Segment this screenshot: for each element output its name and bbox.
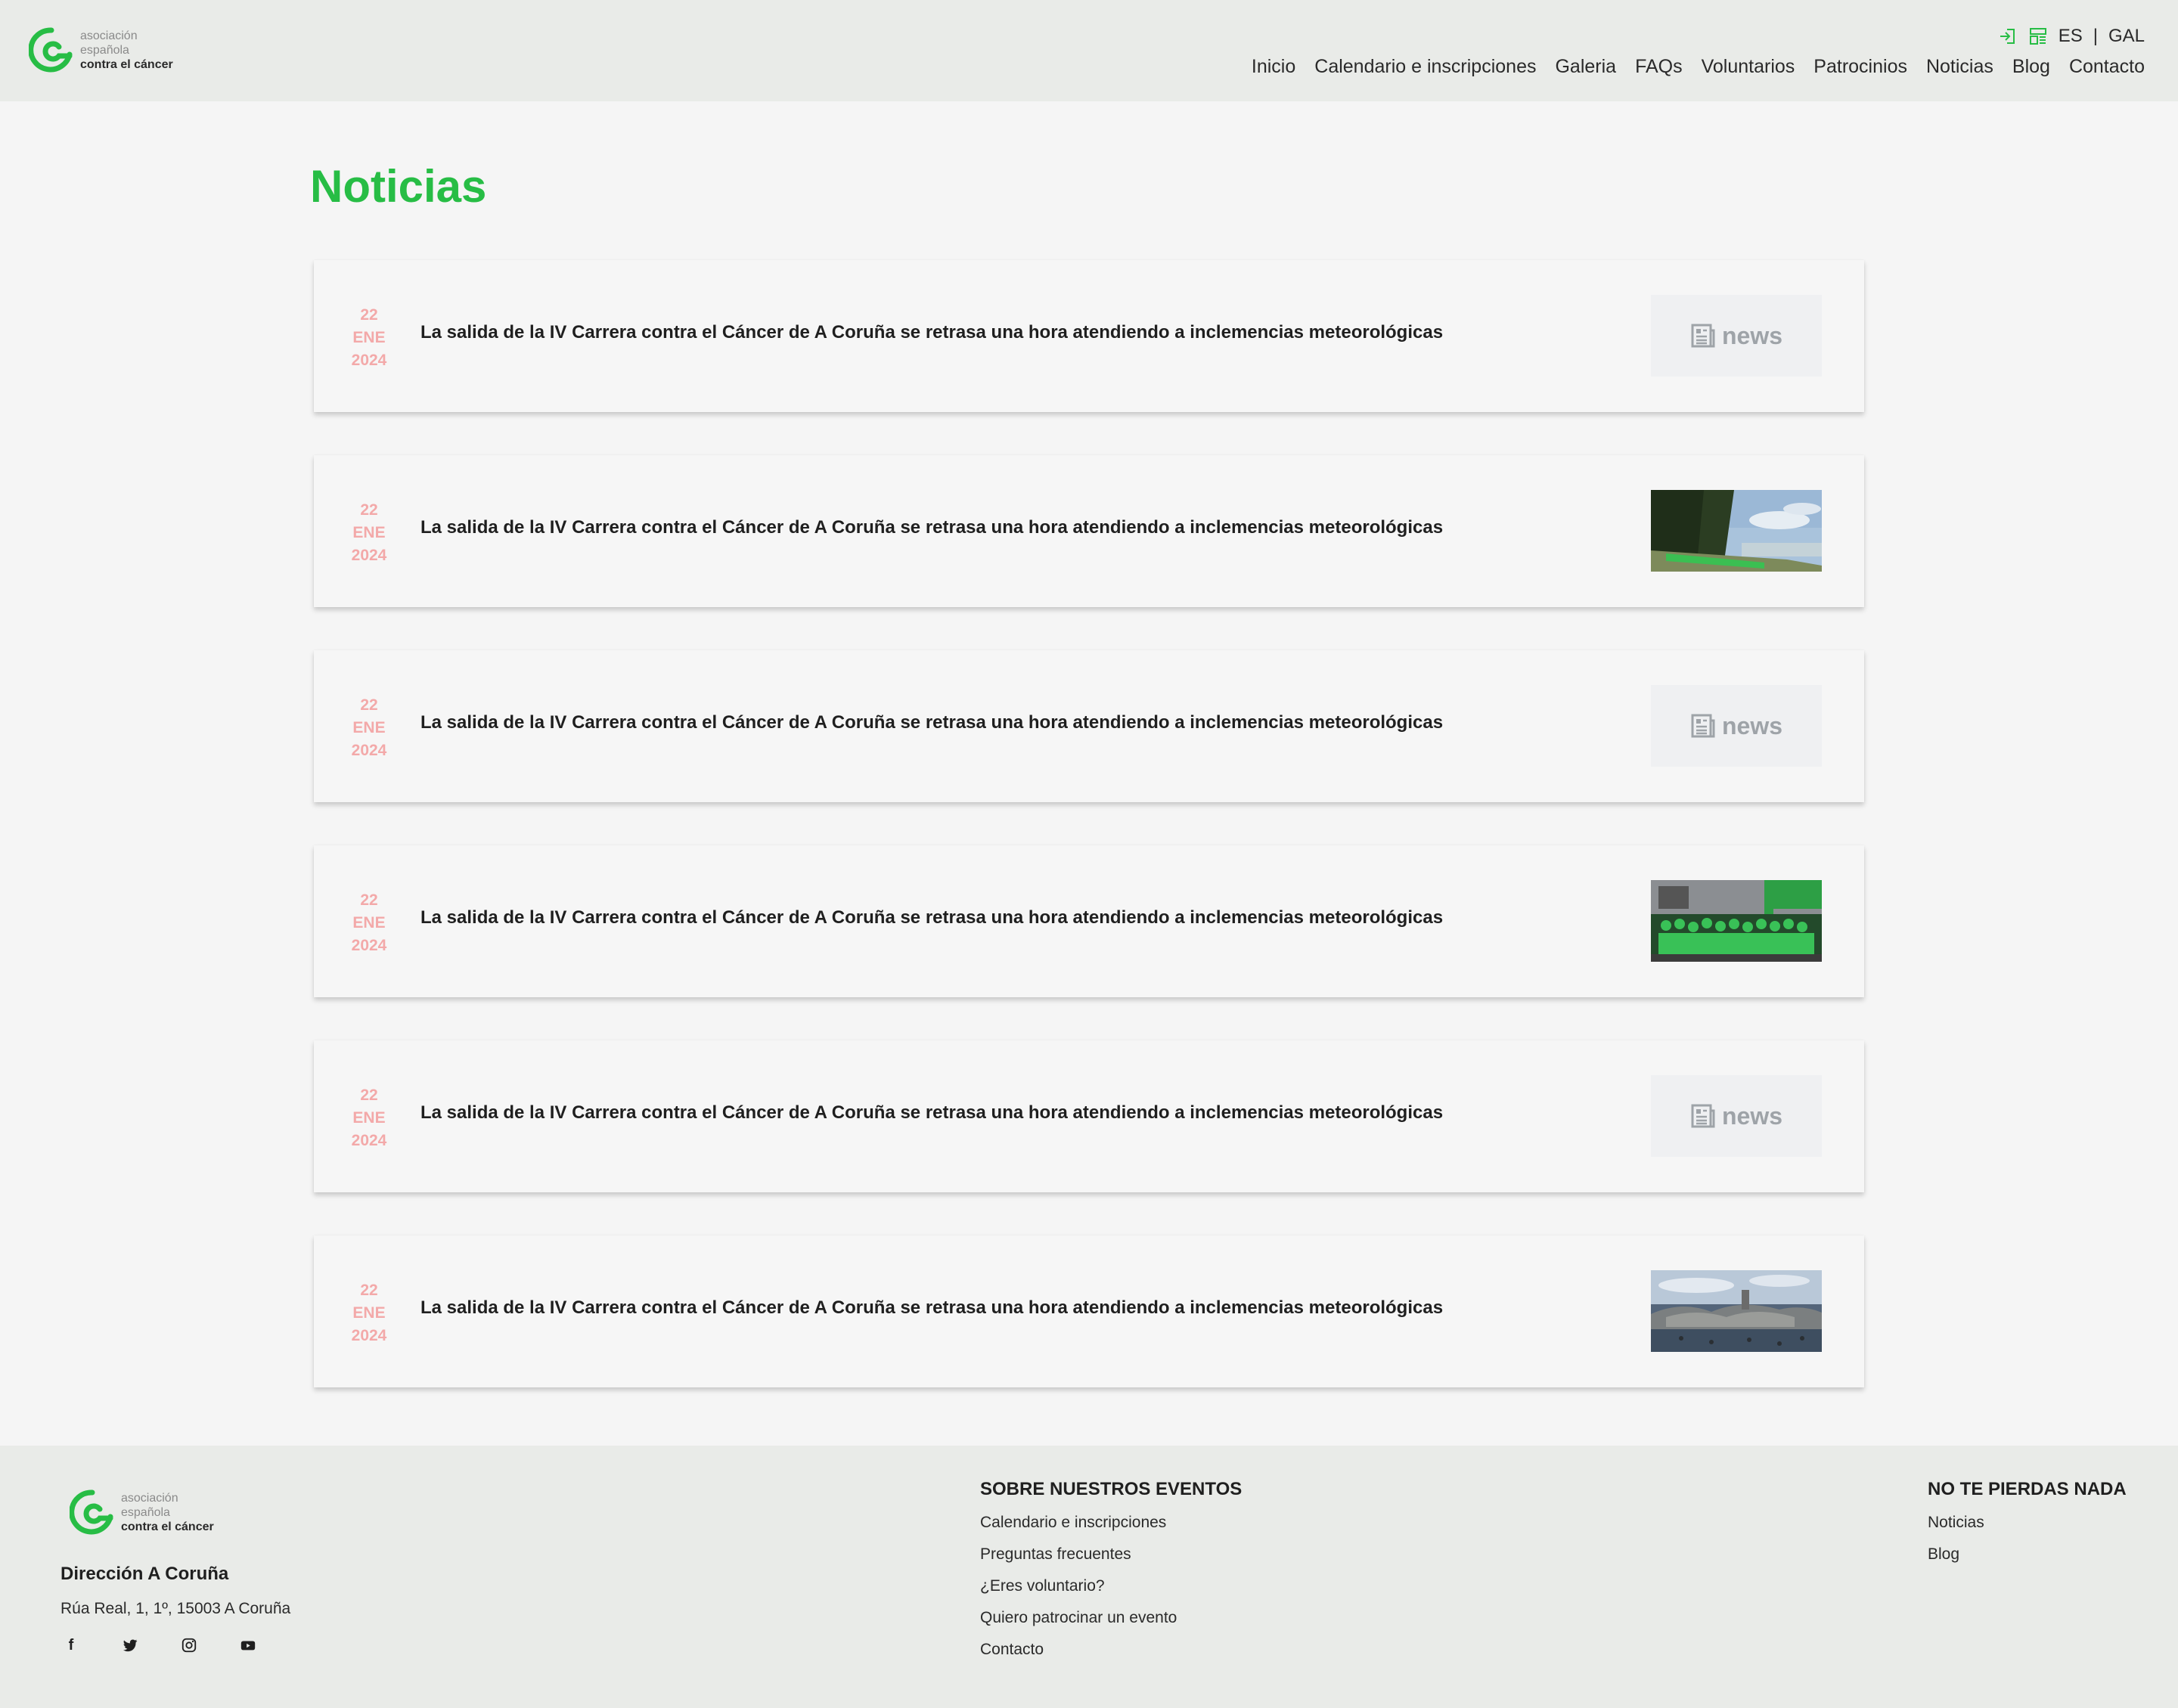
nav-inicio[interactable]: Inicio [1252,56,1295,78]
footer-events-column: SOBRE NUESTROS EVENTOS Calendario e insc… [980,1479,1242,1672]
lang-es[interactable]: ES [2059,26,2083,47]
dashboard-icon[interactable] [2028,26,2048,46]
news-card[interactable]: 22 ENE 2024 La salida de la IV Carrera c… [314,845,1864,997]
news-title[interactable]: La salida de la IV Carrera contra el Cán… [420,517,1443,538]
news-title[interactable]: La salida de la IV Carrera contra el Cán… [420,322,1443,343]
news-image[interactable] [1651,490,1822,572]
nav-contacto[interactable]: Contacto [2069,56,2145,78]
office-address: Rúa Real, 1, 1º, 15003 A Coruña [60,1600,291,1617]
news-date: 22 ENE 2024 [343,499,396,567]
brand-line-2: española [121,1505,170,1519]
news-month: ENE [352,1109,386,1127]
footer-more-column: NO TE PIERDAS NADA Noticias Blog [1928,1479,2127,1577]
news-day: 22 [360,696,378,714]
site-header: asociación española contra el cáncer ES … [0,0,2178,101]
news-year: 2024 [351,742,387,759]
office-title: Dirección A Coruña [60,1564,229,1584]
news-year: 2024 [351,352,387,369]
news-card[interactable]: 22 ENE 2024 La salida de la IV Carrera c… [314,1040,1864,1192]
nav-patrocinios[interactable]: Patrocinios [1813,56,1907,78]
news-placeholder-label: news [1721,711,1783,739]
footer-logo[interactable]: asociación española contra el cáncer [70,1488,214,1536]
news-day: 22 [360,1086,378,1104]
news-image-placeholder[interactable]: news [1651,1075,1822,1157]
facebook-icon[interactable]: f [60,1635,82,1656]
footer-events-heading: SOBRE NUESTROS EVENTOS [980,1479,1243,1499]
twitter-icon[interactable] [119,1635,141,1656]
news-card[interactable]: 22 ENE 2024 La salida de la IV Carrera c… [314,650,1864,802]
news-day: 22 [360,306,378,324]
news-image[interactable] [1651,880,1822,962]
footer-link-voluntario[interactable]: ¿Eres voluntario? [980,1577,1242,1595]
nav-voluntarios[interactable]: Voluntarios [1702,56,1795,78]
footer-link-faq[interactable]: Preguntas frecuentes [980,1545,1242,1564]
footer-link-noticias[interactable]: Noticias [1928,1514,2127,1532]
news-month: ENE [352,524,386,541]
newspaper-icon [1691,324,1715,348]
news-card[interactable]: 22 ENE 2024 La salida de la IV Carrera c… [314,260,1864,412]
main-nav: Inicio Calendario e inscripciones Galeri… [1252,56,2145,78]
news-card[interactable]: 22 ENE 2024 La salida de la IV Carrera c… [314,455,1864,607]
brand-line-1: asociación [121,1491,178,1505]
news-date: 22 ENE 2024 [343,1279,396,1347]
news-title[interactable]: La salida de la IV Carrera contra el Cán… [420,1102,1443,1124]
brand-logo-icon [70,1489,113,1535]
footer-link-contacto[interactable]: Contacto [980,1641,1242,1659]
news-month: ENE [352,914,386,931]
rocks-photo [1651,1270,1822,1352]
nav-galeria[interactable]: Galeria [1555,56,1616,78]
news-image[interactable] [1651,1270,1822,1352]
footer-link-patrocinar[interactable]: Quiero patrocinar un evento [980,1609,1242,1627]
news-year: 2024 [351,1132,387,1149]
page-title: Noticias [310,161,487,212]
newspaper-icon [1691,1104,1715,1128]
news-image-placeholder[interactable]: news [1651,295,1822,377]
news-month: ENE [352,1304,386,1322]
brand-line-2: española [80,43,129,57]
instagram-icon[interactable] [178,1635,200,1656]
news-month: ENE [352,329,386,346]
news-placeholder-label: news [1721,321,1783,349]
news-date: 22 ENE 2024 [343,694,396,762]
news-year: 2024 [351,547,387,564]
news-year: 2024 [351,1327,387,1344]
login-icon[interactable] [1998,26,2018,46]
news-card[interactable]: 22 ENE 2024 La salida de la IV Carrera c… [314,1235,1864,1387]
news-placeholder-label: news [1721,1102,1783,1130]
brand-line-3: contra el cáncer [121,1520,214,1533]
social-links: f [60,1635,259,1656]
news-date: 22 ENE 2024 [343,1084,396,1152]
news-day: 22 [360,891,378,909]
brand-line-1: asociación [80,29,138,42]
nav-noticias[interactable]: Noticias [1926,56,1993,78]
news-day: 22 [360,501,378,519]
lang-gal[interactable]: GAL [2108,26,2145,47]
nav-calendario[interactable]: Calendario e inscripciones [1314,56,1536,78]
brand-line-3: contra el cáncer [80,57,173,71]
footer-more-heading: NO TE PIERDAS NADA [1928,1479,2127,1499]
news-date: 22 ENE 2024 [343,889,396,957]
news-title[interactable]: La salida de la IV Carrera contra el Cán… [420,1297,1443,1319]
footer-link-calendario[interactable]: Calendario e inscripciones [980,1514,1242,1532]
utility-bar: ES | GAL [1998,26,2145,47]
news-title[interactable]: La salida de la IV Carrera contra el Cán… [420,712,1443,733]
brand-logo-icon [29,27,73,73]
news-image-placeholder[interactable]: news [1651,685,1822,767]
coast-runners-photo [1651,490,1822,572]
group-photo [1651,880,1822,962]
news-month: ENE [352,719,386,736]
brand-logo[interactable]: asociación española contra el cáncer [29,26,173,74]
news-date: 22 ENE 2024 [343,304,396,372]
youtube-icon[interactable] [237,1635,259,1656]
site-footer: asociación española contra el cáncer Dir… [0,1446,2178,1708]
news-title[interactable]: La salida de la IV Carrera contra el Cán… [420,907,1443,928]
newspaper-icon [1691,714,1715,738]
news-year: 2024 [351,937,387,954]
news-day: 22 [360,1282,378,1299]
nav-faqs[interactable]: FAQs [1635,56,1683,78]
nav-blog[interactable]: Blog [2012,56,2050,78]
lang-separator: | [2093,26,2098,46]
footer-link-blog[interactable]: Blog [1928,1545,2127,1564]
